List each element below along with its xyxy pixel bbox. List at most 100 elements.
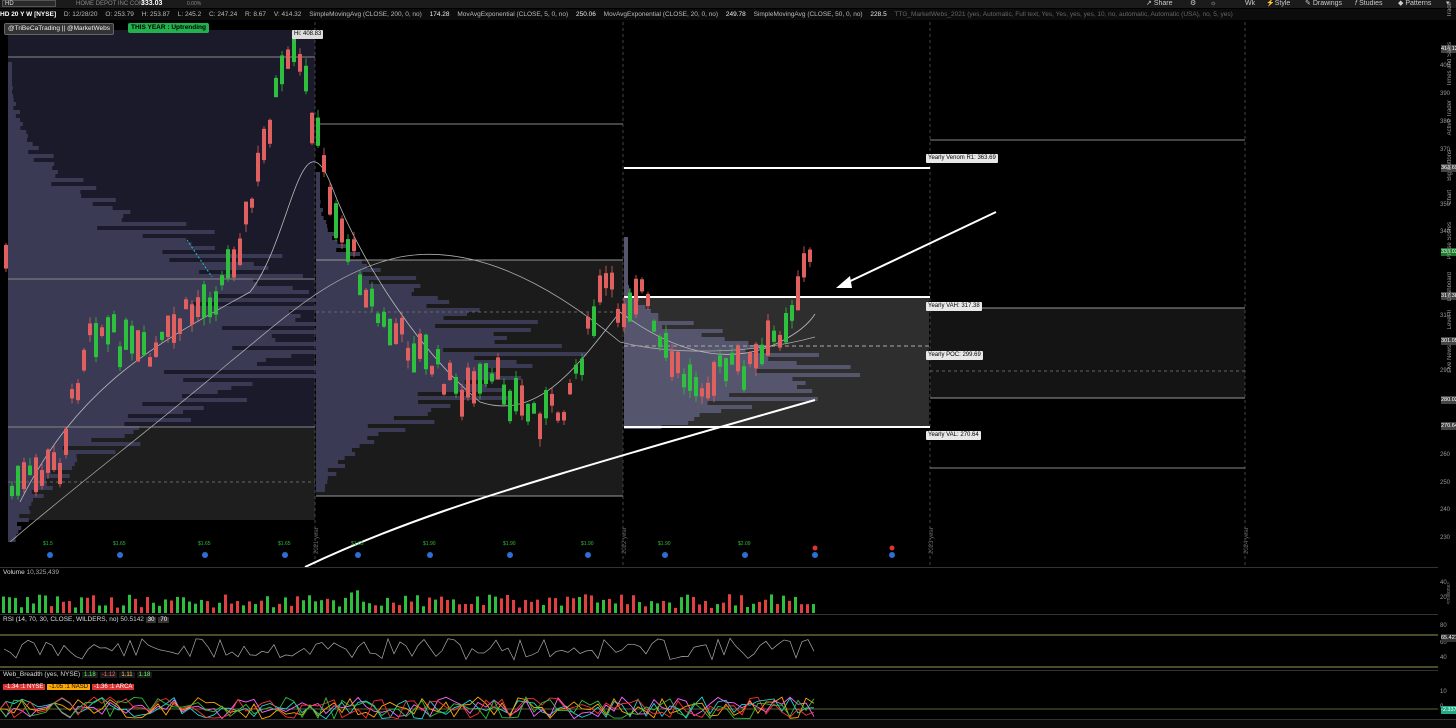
volume-bar: [62, 601, 65, 613]
side-tab[interactable]: Times and Sales: [1447, 42, 1453, 86]
trend-tag: THIS YEAR : Uptrending: [128, 23, 209, 33]
study-info-bar: HD 20 Y W [NYSE] D: 12/28/20 O: 253.79 H…: [0, 9, 1456, 20]
side-tab[interactable]: Trade: [1447, 2, 1453, 17]
profile-bar: [624, 405, 753, 409]
vah-label: Yearly VAH: 317.38: [926, 302, 982, 311]
profile-bar: [8, 322, 363, 326]
breadth-pane[interactable]: [0, 691, 1438, 719]
study-sma200[interactable]: SimpleMovingAvg (CLOSE, 200, 0, no): [309, 11, 422, 18]
event-icon[interactable]: [889, 545, 895, 551]
volume-bar: [518, 607, 521, 613]
profile-bar: [8, 114, 16, 118]
side-tab[interactable]: Big Buttons: [1447, 150, 1453, 181]
profile-bar: [8, 530, 19, 534]
side-tab[interactable]: Chart: [1447, 190, 1453, 205]
profile-bar: [8, 370, 164, 374]
candle-body: [190, 304, 194, 325]
candle-body: [280, 55, 284, 85]
earnings-icon[interactable]: [507, 552, 513, 558]
side-tab[interactable]: Live News: [1447, 345, 1453, 373]
volume-bar: [542, 605, 545, 613]
volume-bar: [338, 606, 341, 613]
breadth-pane-title: Web_Breadth (yes, NYSE) 1.18 -1.12 1.11 1.1…: [3, 671, 153, 678]
patterns-button[interactable]: ◆ Patterns: [1398, 0, 1431, 8]
event-icon[interactable]: [812, 545, 818, 551]
price-chart[interactable]: 2021 year 2022 year 2023 year 2024 year …: [0, 22, 1438, 567]
candle-body: [88, 323, 92, 336]
earnings-icon[interactable]: [355, 552, 361, 558]
timeframe-button[interactable]: Wk: [1245, 0, 1255, 8]
profile-bar: [8, 74, 12, 78]
profile-bar: [8, 342, 364, 346]
symbol-input[interactable]: HD: [2, 0, 56, 7]
profile-bar: [8, 190, 81, 194]
study-sma50[interactable]: SimpleMovingAvg (CLOSE, 50, 0, no): [754, 11, 863, 18]
rsi-pane[interactable]: [0, 624, 1438, 670]
profile-bar: [8, 146, 39, 150]
profile-bar: [8, 526, 22, 530]
bar-close: C: 247.24: [209, 11, 238, 18]
profile-bar: [8, 242, 192, 246]
profile-bar: [8, 414, 128, 418]
studies-button[interactable]: 𝑓 Studies: [1355, 0, 1382, 8]
volume-bar: [284, 597, 287, 613]
settings-icon[interactable]: ⚙: [1190, 0, 1196, 8]
earnings-icon[interactable]: [202, 552, 208, 558]
candle-body: [172, 314, 176, 343]
study-ttg[interactable]: TTG_MarketWebs_2021 (yes, Automatic, Ful…: [894, 11, 1232, 18]
profile-bar: [8, 302, 194, 306]
candle-body: [346, 239, 350, 262]
drawings-button[interactable]: ✎ Drawings: [1305, 0, 1342, 8]
price-axis-tick: 270.64: [1441, 422, 1456, 430]
candle-body: [724, 358, 728, 382]
profile-bar: [316, 296, 438, 300]
profile-bar: [316, 240, 338, 244]
profile-bar: [8, 442, 141, 446]
volume-bar: [638, 602, 641, 613]
profile-bar: [316, 396, 508, 400]
earnings-icon[interactable]: [662, 552, 668, 558]
profile-bar: [624, 357, 769, 361]
dividend-label: $1.90: [658, 541, 671, 547]
earnings-icon[interactable]: [427, 552, 433, 558]
profile-bar: [316, 236, 333, 240]
earnings-icon[interactable]: [117, 552, 123, 558]
profile-bar: [8, 98, 14, 102]
profile-bar: [316, 352, 587, 356]
candle-body: [706, 382, 710, 399]
side-tab[interactable]: Phase Scores: [1447, 222, 1453, 259]
profile-bar: [8, 150, 29, 154]
volume-bar: [560, 605, 563, 613]
event-markers[interactable]: $1.5 $1.65 $1.65 $1.65 $1.65 $1.90 $1.90 $1.90 $…: [43, 541, 895, 558]
side-tab[interactable]: Dashboard: [1447, 272, 1453, 301]
profile-bar: [316, 312, 468, 316]
earnings-icon[interactable]: [282, 552, 288, 558]
style-button[interactable]: ⚡Style: [1266, 0, 1290, 8]
volume-bar: [746, 606, 749, 613]
earnings-icon[interactable]: [889, 552, 895, 558]
candle-body: [64, 428, 68, 455]
profile-bar: [624, 253, 628, 257]
volume-pane[interactable]: [0, 577, 1438, 613]
study-ema5[interactable]: MovAvgExponential (CLOSE, 5, 0, no): [457, 11, 568, 18]
earnings-icon[interactable]: [812, 552, 818, 558]
candle-body: [634, 278, 638, 315]
earnings-icon[interactable]: [742, 552, 748, 558]
dividend-label: $1.90: [581, 541, 594, 547]
earnings-icon[interactable]: [585, 552, 591, 558]
volume-bar: [116, 607, 119, 613]
candle-body: [136, 330, 140, 362]
side-tab[interactable]: Level II: [1447, 310, 1453, 329]
candle-body: [322, 155, 326, 173]
profile-bar: [316, 336, 508, 340]
share-button[interactable]: ↗ Share: [1146, 0, 1173, 8]
study-ema20[interactable]: MovAvgExponential (CLOSE, 20, 0, no): [604, 11, 718, 18]
volume-bar: [512, 599, 515, 613]
profile-bar: [8, 194, 82, 198]
gear-icon[interactable]: ☼: [1210, 0, 1216, 8]
earnings-icon[interactable]: [47, 552, 53, 558]
profile-bar: [8, 438, 92, 442]
side-tab[interactable]: Active Trader: [1447, 100, 1453, 135]
candle-body: [556, 412, 560, 421]
volume-bar: [482, 605, 485, 613]
